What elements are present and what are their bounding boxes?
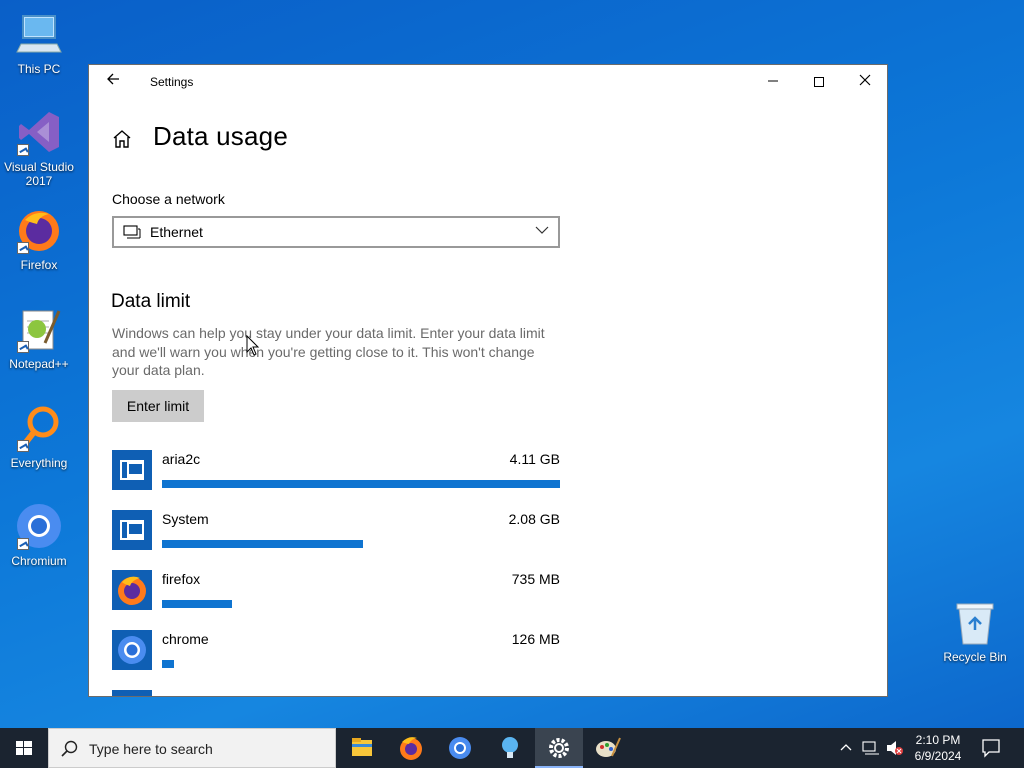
- chevron-up-icon[interactable]: [838, 740, 854, 756]
- maximize-button[interactable]: [796, 65, 842, 97]
- cut-off-app-icon: [112, 690, 152, 696]
- desktop-icon-chromium[interactable]: Chromium: [2, 502, 76, 568]
- title-bar: Settings: [89, 65, 887, 99]
- visual-studio-icon: [15, 108, 63, 156]
- network-select-value: Ethernet: [150, 224, 203, 240]
- taskbar-search-box[interactable]: Type here to search: [48, 728, 336, 768]
- chromium-icon: [449, 737, 471, 759]
- magnifier-icon: [15, 404, 63, 452]
- app-usage-row[interactable]: System 2.08 GB: [112, 510, 560, 552]
- firefox-app-icon: [112, 570, 152, 610]
- app-usage-row[interactable]: aria2c 4.11 GB: [112, 450, 560, 492]
- windows-logo-icon: [16, 741, 32, 755]
- taskbar-firefox[interactable]: [387, 728, 435, 768]
- desktop-icon-recycle-bin[interactable]: Recycle Bin: [942, 600, 1008, 664]
- clock[interactable]: 2:10 PM 6/9/2024: [908, 732, 968, 764]
- chromium-icon: [15, 502, 63, 550]
- data-limit-description: Windows can help you stay under your dat…: [112, 325, 545, 378]
- desktop-icon-label: Visual Studio 2017: [4, 160, 74, 188]
- chevron-down-icon: [534, 222, 550, 238]
- firefox-icon: [400, 737, 422, 760]
- taskbar-file-explorer[interactable]: [338, 728, 386, 768]
- app-usage-row[interactable]: chrome 126 MB: [112, 630, 560, 672]
- recycle-bin-label: Recycle Bin: [943, 650, 1007, 664]
- network-select[interactable]: Ethernet: [112, 216, 560, 248]
- taskbar-settings[interactable]: [535, 728, 583, 768]
- desktop-icon-notepadpp[interactable]: Notepad++: [2, 305, 76, 371]
- gear-icon: [549, 738, 569, 758]
- taskbar: Type here to search 2:10 PM 6/9/2024: [0, 728, 1024, 768]
- search-placeholder: Type here to search: [89, 741, 213, 757]
- desktop-icon-label: Firefox: [20, 258, 58, 272]
- paint-palette-icon: [596, 737, 621, 757]
- mouse-cursor-icon: [246, 334, 260, 357]
- minimize-icon: [768, 80, 778, 82]
- firefox-icon: [15, 206, 63, 254]
- desktop-icon-label: Chromium: [11, 554, 67, 568]
- usage-bar: [162, 660, 174, 668]
- network-tray-icon[interactable]: [862, 740, 880, 756]
- usage-bar: [162, 480, 560, 488]
- desktop-icon-visual-studio[interactable]: Visual Studio 2017: [2, 108, 76, 188]
- desktop-icon-everything[interactable]: Everything: [2, 404, 76, 470]
- app-name: System: [162, 511, 209, 527]
- desktop-icon-firefox[interactable]: Firefox: [2, 206, 76, 272]
- system-app-icon: [112, 510, 152, 550]
- app-size: 4.11 GB: [509, 451, 560, 467]
- computer-icon: [15, 10, 63, 58]
- desktop-icon-label: Everything: [10, 456, 68, 470]
- app-name: chrome: [162, 631, 209, 647]
- enter-limit-button[interactable]: Enter limit: [112, 390, 204, 422]
- app-size: 126 MB: [511, 631, 560, 647]
- notepadpp-icon: [15, 305, 63, 353]
- desktop-icon-label: Notepad++: [9, 357, 69, 371]
- network-label: Choose a network: [112, 191, 225, 207]
- chrome-app-icon: [112, 630, 152, 670]
- taskbar-chromium[interactable]: [436, 728, 484, 768]
- page-title: Data usage: [153, 121, 288, 151]
- home-icon[interactable]: [111, 128, 133, 150]
- taskbar-tips[interactable]: [486, 728, 534, 768]
- start-button[interactable]: [0, 728, 48, 768]
- app-name: firefox: [162, 571, 201, 587]
- desktop-icon-label: This PC: [17, 62, 61, 76]
- aria2c-app-icon: [112, 450, 152, 490]
- usage-bar: [162, 540, 363, 548]
- usage-bar: [162, 600, 232, 608]
- app-size: 2.08 GB: [508, 511, 560, 527]
- folder-icon: [352, 738, 372, 756]
- search-icon: [61, 740, 79, 758]
- ethernet-icon: [123, 225, 141, 239]
- window-title: Settings: [150, 75, 194, 89]
- data-limit-heading: Data limit: [111, 291, 191, 312]
- desktop-icon-this-pc[interactable]: This PC: [2, 10, 76, 76]
- taskbar-paint[interactable]: [584, 728, 632, 768]
- maximize-icon: [814, 77, 824, 88]
- notifications-icon[interactable]: [980, 738, 1002, 758]
- app-size: 735 MB: [511, 571, 560, 587]
- back-arrow-icon: [107, 73, 119, 85]
- clock-date: 6/9/2024: [914, 749, 962, 763]
- back-button[interactable]: [99, 71, 127, 93]
- lightbulb-icon: [502, 737, 518, 758]
- app-usage-row[interactable]: firefox 735 MB: [112, 570, 560, 612]
- close-button[interactable]: [842, 65, 887, 97]
- recycle-bin-icon: [955, 600, 995, 646]
- close-icon: [859, 74, 871, 86]
- volume-muted-icon[interactable]: [886, 740, 904, 756]
- app-name: aria2c: [162, 451, 201, 467]
- settings-window: Settings Data usage Choose a network Eth…: [88, 64, 888, 697]
- clock-time: 2:10 PM: [915, 733, 961, 747]
- minimize-button[interactable]: [750, 65, 796, 97]
